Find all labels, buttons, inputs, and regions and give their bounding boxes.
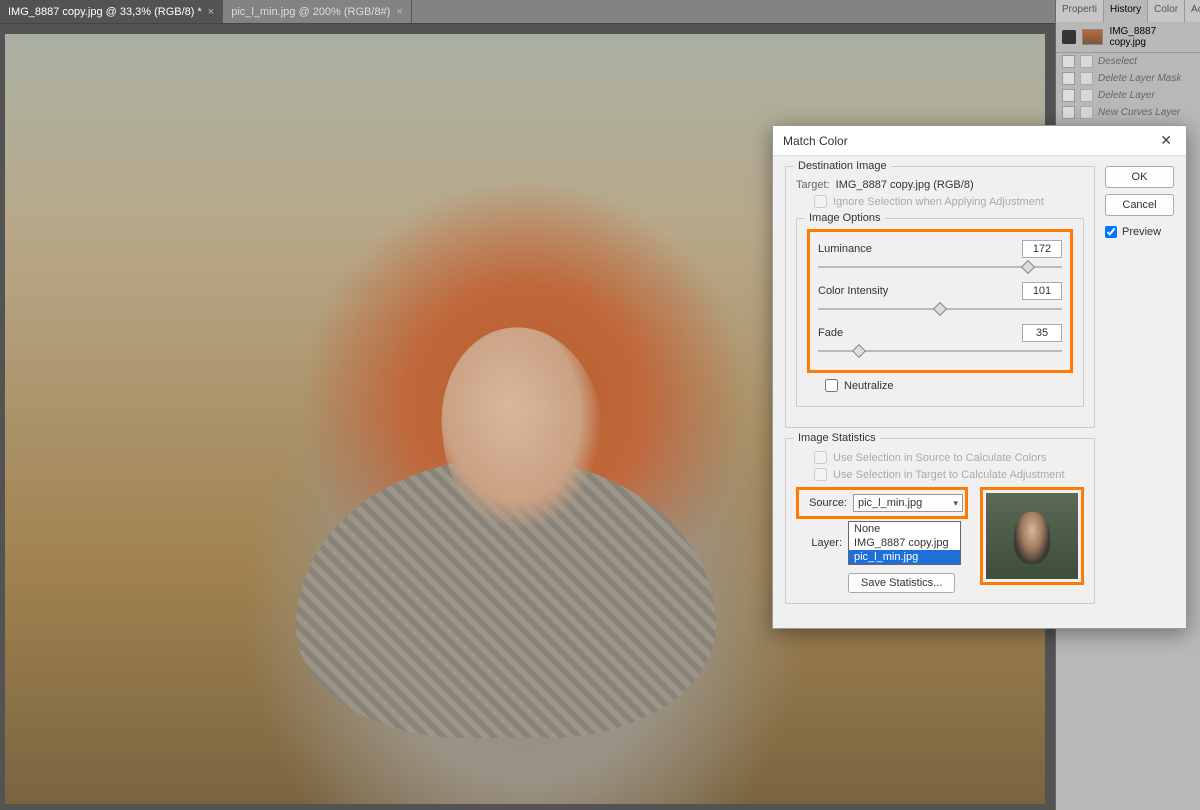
fade-label: Fade (818, 327, 843, 339)
color-intensity-value[interactable]: 101 (1022, 282, 1062, 300)
image-options-group: Image Options Luminance 172 Color Intens… (796, 218, 1084, 407)
neutralize-checkbox[interactable] (825, 379, 838, 392)
tab-color[interactable]: Color (1148, 0, 1185, 22)
panel-tab-bar: Properti History Color Actio (1056, 0, 1200, 22)
fade-slider[interactable] (818, 344, 1062, 358)
dropdown-option[interactable]: None (849, 522, 960, 536)
use-source-selection-checkbox (814, 451, 827, 464)
close-icon[interactable]: × (208, 6, 214, 18)
source-preview-thumbnail (986, 493, 1078, 579)
dialog-titlebar[interactable]: Match Color ✕ (773, 126, 1186, 156)
target-value: IMG_8887 copy.jpg (RGB/8) (836, 179, 974, 191)
use-target-selection-checkbox (814, 468, 827, 481)
slider-thumb-icon[interactable] (852, 344, 866, 358)
color-intensity-label: Color Intensity (818, 285, 888, 297)
group-label: Image Options (805, 212, 885, 224)
preview-label: Preview (1122, 226, 1161, 238)
layer-label: Layer: (796, 537, 842, 549)
source-combobox[interactable]: pic_l_min.jpg ▾ (853, 494, 963, 512)
history-step-label: Delete Layer Mask (1098, 73, 1181, 84)
source-label: Source: (801, 497, 847, 509)
preview-toggle[interactable]: Preview (1105, 226, 1174, 238)
fade-value[interactable]: 35 (1022, 324, 1062, 342)
highlight-box: Source: pic_l_min.jpg ▾ (796, 487, 968, 519)
destination-image-group: Destination Image Target: IMG_8887 copy.… (785, 166, 1095, 428)
preview-checkbox[interactable] (1105, 226, 1117, 238)
history-step-label: New Curves Layer (1098, 107, 1180, 118)
history-snapshot[interactable]: IMG_8887 copy.jpg (1056, 22, 1200, 53)
history-step[interactable]: New Curves Layer (1056, 104, 1200, 121)
color-intensity-slider[interactable] (818, 302, 1062, 316)
tab-history[interactable]: History (1104, 0, 1148, 22)
thumbnail-icon (1082, 29, 1104, 45)
slider-thumb-icon[interactable] (933, 302, 947, 316)
document-tab-bar: IMG_8887 copy.jpg @ 33,3% (RGB/8) * × pi… (0, 0, 1200, 24)
close-icon[interactable]: ✕ (1156, 132, 1176, 149)
document-tab[interactable]: IMG_8887 copy.jpg @ 33,3% (RGB/8) * × (0, 0, 223, 23)
history-swatch-icon (1062, 106, 1075, 119)
history-swatch-icon (1062, 89, 1075, 102)
history-step-icon (1080, 89, 1093, 102)
dropdown-option-selected[interactable]: pic_l_min.jpg (849, 550, 960, 564)
luminance-label: Luminance (818, 243, 872, 255)
brush-icon (1062, 30, 1076, 44)
source-dropdown-list[interactable]: None IMG_8887 copy.jpg pic_l_min.jpg (848, 521, 961, 565)
history-step[interactable]: Delete Layer Mask (1056, 70, 1200, 87)
tab-actions[interactable]: Actio (1185, 0, 1200, 22)
history-step[interactable]: Deselect (1056, 53, 1200, 70)
luminance-value[interactable]: 172 (1022, 240, 1062, 258)
history-step-label: Delete Layer (1098, 90, 1155, 101)
history-swatch-icon (1062, 55, 1075, 68)
dropdown-option[interactable]: IMG_8887 copy.jpg (849, 536, 960, 550)
history-step-icon (1080, 55, 1093, 68)
close-icon[interactable]: × (396, 6, 402, 18)
slider-thumb-icon[interactable] (1021, 260, 1035, 274)
group-label: Image Statistics (794, 432, 880, 444)
history-step[interactable]: Delete Layer (1056, 87, 1200, 104)
history-list: Deselect Delete Layer Mask Delete Layer … (1056, 53, 1200, 121)
save-statistics-button[interactable]: Save Statistics... (848, 573, 955, 593)
use-source-selection-label: Use Selection in Source to Calculate Col… (833, 452, 1046, 464)
document-tab[interactable]: pic_l_min.jpg @ 200% (RGB/8#) × (223, 0, 412, 23)
luminance-slider[interactable] (818, 260, 1062, 274)
highlight-box (980, 487, 1084, 585)
history-step-icon (1080, 106, 1093, 119)
chevron-down-icon: ▾ (953, 498, 958, 509)
history-swatch-icon (1062, 72, 1075, 85)
history-step-label: Deselect (1098, 56, 1137, 67)
history-step-icon (1080, 72, 1093, 85)
ignore-selection-label: Ignore Selection when Applying Adjustmen… (833, 196, 1044, 208)
document-tab-label: pic_l_min.jpg @ 200% (RGB/8#) (231, 6, 390, 18)
ignore-selection-checkbox (814, 195, 827, 208)
image-statistics-group: Image Statistics Use Selection in Source… (785, 438, 1095, 604)
highlight-box: Luminance 172 Color Intensity 101 Fade 3… (807, 229, 1073, 373)
ok-button[interactable]: OK (1105, 166, 1174, 188)
dialog-title: Match Color (783, 134, 848, 148)
source-value: pic_l_min.jpg (858, 497, 922, 509)
history-file-label: IMG_8887 copy.jpg (1109, 26, 1194, 48)
neutralize-label: Neutralize (844, 380, 894, 392)
cancel-button[interactable]: Cancel (1105, 194, 1174, 216)
tab-properties[interactable]: Properti (1056, 0, 1104, 22)
document-tab-label: IMG_8887 copy.jpg @ 33,3% (RGB/8) * (8, 6, 202, 18)
group-label: Destination Image (794, 160, 891, 172)
target-label: Target: (796, 179, 830, 191)
match-color-dialog: Match Color ✕ Destination Image Target: … (772, 125, 1187, 629)
use-target-selection-label: Use Selection in Target to Calculate Adj… (833, 469, 1065, 481)
